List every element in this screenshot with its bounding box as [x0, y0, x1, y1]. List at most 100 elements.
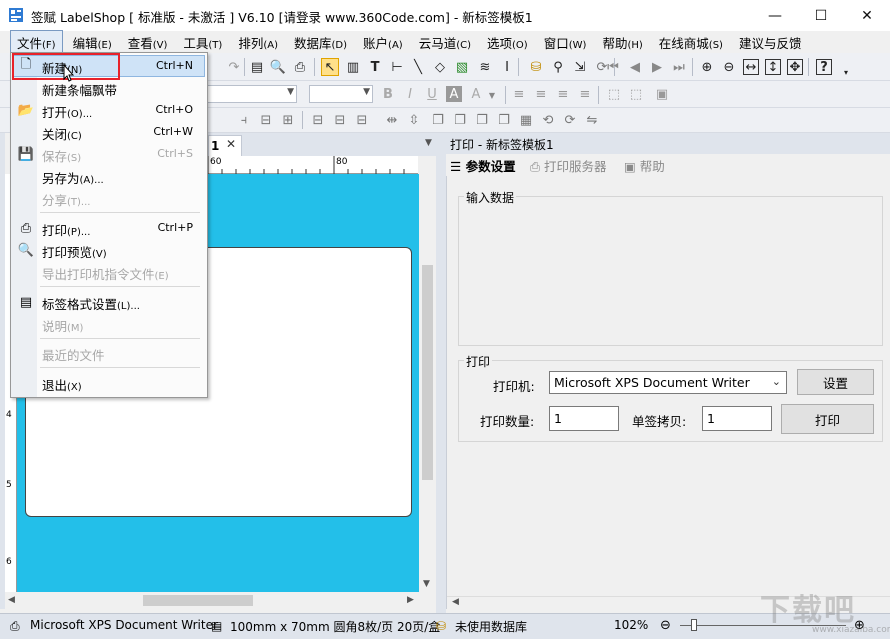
panel-scroll-left-icon[interactable]: ◀ — [452, 597, 459, 607]
maximize-button[interactable]: ☐ — [798, 0, 844, 31]
page-setup-icon[interactable]: ▤ — [249, 59, 265, 75]
menu-window[interactable]: 窗口(W) — [538, 31, 593, 53]
menu-item-save[interactable]: 💾 保存(S) Ctrl+S — [11, 143, 207, 165]
align-right-icon[interactable]: ≡ — [555, 86, 571, 102]
close-tab-icon[interactable]: ✕ — [226, 137, 236, 151]
menu-edit[interactable]: 编辑(E) — [67, 31, 118, 53]
menu-database[interactable]: 数据库(D) — [288, 31, 353, 53]
scroll-left-icon[interactable]: ◀ — [8, 595, 15, 605]
scroll-down-icon[interactable]: ▼ — [423, 579, 430, 589]
zoom-in-icon[interactable]: ⊕ — [699, 59, 715, 75]
flip-icon[interactable]: ⇋ — [584, 112, 600, 128]
tab-params[interactable]: ☰ 参数设置 — [450, 156, 516, 175]
send-back-icon[interactable]: ❐ — [452, 112, 468, 128]
justify-icon[interactable]: ≡ — [577, 86, 593, 102]
zoom-slider-thumb[interactable] — [691, 619, 697, 631]
fit-page-icon[interactable]: ✥ — [787, 59, 803, 75]
menu-item-label-format[interactable]: ▤ 标签格式设置(L)... — [11, 291, 207, 313]
menu-cloud[interactable]: 云马道(C) — [413, 31, 477, 53]
pointer-tool-icon[interactable]: ↖ — [321, 58, 339, 76]
prev-record-icon[interactable]: ◀ — [627, 59, 643, 75]
quantity-input[interactable]: 1 — [549, 406, 619, 431]
scroll-right-icon[interactable]: ▶ — [407, 595, 414, 605]
ungroup-icon[interactable]: ⬚ — [628, 86, 644, 102]
fit-width-icon[interactable]: ↔ — [743, 59, 759, 75]
same-height-icon[interactable]: ⊟ — [332, 112, 348, 128]
vertical-scroll-thumb[interactable] — [422, 265, 433, 480]
zoom-out-icon[interactable]: ⊖ — [721, 59, 737, 75]
menu-item-open[interactable]: 📂 打开(O)... Ctrl+O — [11, 99, 207, 121]
menu-feedback[interactable]: 建议与反馈 — [733, 31, 808, 53]
print-button[interactable]: 打印 — [781, 404, 874, 434]
menu-item-close[interactable]: 关闭(C) Ctrl+W — [11, 121, 207, 143]
group-icon[interactable]: ⬚ — [606, 86, 622, 102]
align-left-icon[interactable]: ≡ — [511, 86, 527, 102]
inverse-text-icon[interactable]: A — [446, 86, 462, 102]
help-icon[interactable]: ? — [816, 59, 832, 75]
same-width-icon[interactable]: ⊟ — [310, 112, 326, 128]
menu-item-new-banner[interactable]: 新建条幅飘带 — [11, 77, 207, 99]
same-size-icon[interactable]: ⊟ — [354, 112, 370, 128]
menu-view[interactable]: 查看(V) — [122, 31, 174, 53]
italic-icon[interactable]: I — [402, 86, 418, 102]
lock-object-icon[interactable]: ▣ — [654, 86, 670, 102]
find-icon[interactable]: ⚲ — [550, 59, 566, 75]
copies-input[interactable]: 1 — [702, 406, 772, 431]
splitter[interactable] — [436, 133, 446, 613]
menu-item-save-as[interactable]: 另存为(A)... — [11, 165, 207, 187]
fit-height-icon[interactable]: ↕ — [765, 59, 781, 75]
document-tab[interactable]: 1 — [208, 135, 242, 156]
bold-icon[interactable]: B — [380, 86, 396, 102]
menu-item-description[interactable]: 说明(M) — [11, 313, 207, 335]
printer-icon[interactable]: ⎙ — [292, 59, 308, 75]
rotate-right-icon[interactable]: ⟳ — [562, 112, 578, 128]
align-objects-middle-icon[interactable]: ⊞ — [280, 112, 296, 128]
minimize-button[interactable]: — — [752, 0, 798, 31]
menu-file[interactable]: 文件(F) — [10, 30, 63, 54]
redo-icon[interactable]: ↷ — [226, 59, 242, 75]
cursor-text-icon[interactable]: I — [499, 59, 515, 75]
menu-arrange[interactable]: 排列(A) — [232, 31, 284, 53]
tab-print-server[interactable]: ⎙ 打印服务器 — [530, 156, 607, 175]
tab-help[interactable]: ▣ 帮助 — [624, 156, 665, 175]
menu-options[interactable]: 选项(O) — [481, 31, 534, 53]
text-tool-icon[interactable]: T — [367, 59, 383, 75]
export-icon[interactable]: ⇲ — [572, 59, 588, 75]
toolbar-overflow-icon[interactable]: ▾ — [838, 64, 854, 80]
space-horizontal-icon[interactable]: ⇹ — [384, 112, 400, 128]
rotate-left-icon[interactable]: ⟲ — [540, 112, 556, 128]
font-name-combo[interactable]: ▼ — [207, 85, 297, 103]
last-record-icon[interactable]: ⏭ — [671, 59, 687, 75]
menu-help[interactable]: 帮助(H) — [596, 31, 648, 53]
menu-item-recent-files[interactable]: 最近的文件 — [11, 342, 207, 364]
print-preview-icon[interactable]: 🔍 — [270, 59, 286, 75]
line-tool-icon[interactable]: ⊢ — [389, 59, 405, 75]
printer-select[interactable]: Microsoft XPS Document Writer ⌄ — [549, 371, 787, 394]
tab-list-arrow-icon[interactable]: ▼ — [425, 138, 432, 148]
menu-item-export-printer-cmd[interactable]: 导出打印机指令文件(E) — [11, 261, 207, 283]
align-objects-left-icon[interactable]: ⫞ — [236, 112, 252, 128]
barcode-tool-icon[interactable]: ▥ — [345, 59, 361, 75]
next-record-icon[interactable]: ▶ — [649, 59, 665, 75]
database-icon[interactable]: ⛁ — [528, 59, 544, 75]
shape-tool-icon[interactable]: ◇ — [432, 59, 448, 75]
image-tool-icon[interactable]: ▧ — [454, 59, 470, 75]
menu-item-print[interactable]: ⎙ 打印(P)... Ctrl+P — [11, 217, 207, 239]
zoom-out-status-icon[interactable]: ⊖ — [660, 618, 671, 633]
menu-item-share[interactable]: 分享(T)... — [11, 187, 207, 209]
rfid-tool-icon[interactable]: ≋ — [477, 59, 493, 75]
bring-front-icon[interactable]: ❐ — [430, 112, 446, 128]
close-window-button[interactable]: ✕ — [844, 0, 890, 31]
font-color-dropdown-icon[interactable]: ▼ — [484, 87, 500, 103]
horizontal-scroll-thumb[interactable] — [143, 595, 253, 606]
font-size-combo[interactable]: ▼ — [309, 85, 373, 103]
bring-forward-icon[interactable]: ❐ — [474, 112, 490, 128]
menu-account[interactable]: 账户(A) — [357, 31, 409, 53]
menu-tools[interactable]: 工具(T) — [177, 31, 228, 53]
align-center-icon[interactable]: ≡ — [533, 86, 549, 102]
menu-shop[interactable]: 在线商城(S) — [653, 31, 729, 53]
menu-item-exit[interactable]: 退出(X) — [11, 372, 207, 394]
space-vertical-icon[interactable]: ⇳ — [406, 112, 422, 128]
diagonal-line-icon[interactable]: ╲ — [410, 59, 426, 75]
underline-icon[interactable]: U — [424, 86, 440, 102]
